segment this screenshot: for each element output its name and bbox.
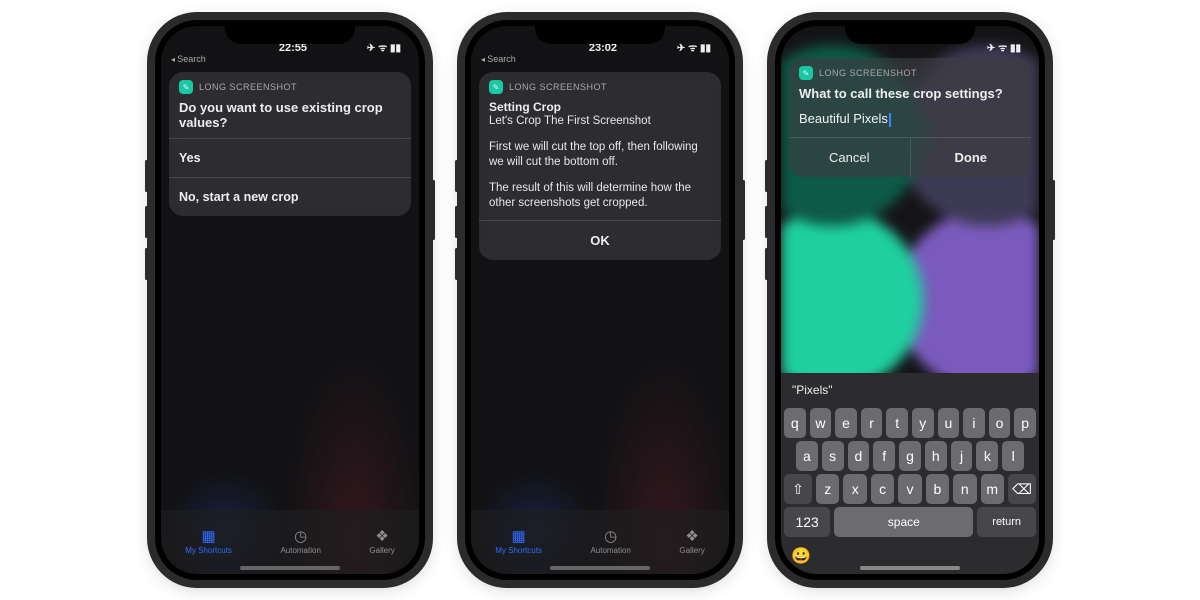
keyboard-suggestion[interactable]: "Pixels" xyxy=(784,377,1036,405)
key-w[interactable]: w xyxy=(810,408,832,438)
key-v[interactable]: v xyxy=(898,474,921,504)
key-o[interactable]: o xyxy=(989,408,1011,438)
status-icons: ✈ ᯤ ▮▮ xyxy=(677,40,711,54)
key-l[interactable]: l xyxy=(1002,441,1024,471)
key-i[interactable]: i xyxy=(963,408,985,438)
key-j[interactable]: j xyxy=(951,441,973,471)
key-n[interactable]: n xyxy=(953,474,976,504)
option-no[interactable]: No, start a new crop xyxy=(169,177,411,216)
tab-bar: ▦ My Shortcuts ◷ Automation ❖ Gallery xyxy=(471,510,729,574)
key-m[interactable]: m xyxy=(981,474,1004,504)
home-indicator[interactable] xyxy=(240,566,340,570)
breadcrumb-back[interactable]: Search xyxy=(161,54,419,68)
status-bar: 22:55 ✈ ᯤ ▮▮ xyxy=(161,26,419,54)
option-yes[interactable]: Yes xyxy=(169,138,411,177)
automation-icon: ◷ xyxy=(294,529,307,544)
key-d[interactable]: d xyxy=(848,441,870,471)
tab-my-shortcuts[interactable]: ▦ My Shortcuts xyxy=(495,529,542,555)
app-icon: ✎ xyxy=(179,80,193,94)
automation-icon: ◷ xyxy=(604,529,617,544)
key-f[interactable]: f xyxy=(873,441,895,471)
app-icon: ✎ xyxy=(799,66,813,80)
dialog-card: ✎ LONG SCREENSHOT What to call these cro… xyxy=(789,58,1031,177)
breadcrumb-back[interactable]: Search xyxy=(471,54,729,68)
key-123[interactable]: 123 xyxy=(784,507,830,537)
key-s[interactable]: s xyxy=(822,441,844,471)
cancel-button[interactable]: Cancel xyxy=(789,138,911,177)
key-q[interactable]: q xyxy=(784,408,806,438)
status-icons: ✈ ᯤ ▮▮ xyxy=(367,40,401,54)
three-phone-showcase: 22:55 ✈ ᯤ ▮▮ Search ✎ LONG SCREENSHOT Do… xyxy=(0,0,1200,600)
key-k[interactable]: k xyxy=(976,441,998,471)
dialog-body-1: First we will cut the top off, then foll… xyxy=(479,138,721,179)
tab-bar: ▦ My Shortcuts ◷ Automation ❖ Gallery xyxy=(161,510,419,574)
key-p[interactable]: p xyxy=(1014,408,1036,438)
key-e[interactable]: e xyxy=(835,408,857,438)
gallery-icon: ❖ xyxy=(375,529,388,544)
home-indicator[interactable] xyxy=(860,566,960,570)
ok-button[interactable]: OK xyxy=(479,220,721,260)
key-space[interactable]: space xyxy=(834,507,973,537)
phone-1: 22:55 ✈ ᯤ ▮▮ Search ✎ LONG SCREENSHOT Do… xyxy=(155,20,425,580)
home-indicator[interactable] xyxy=(550,566,650,570)
dialog-body-2: The result of this will determine how th… xyxy=(479,179,721,220)
key-g[interactable]: g xyxy=(899,441,921,471)
key-shift[interactable]: ⇧ xyxy=(784,474,812,504)
dialog-prompt: Do you want to use existing crop values? xyxy=(169,98,411,138)
grid-icon: ▦ xyxy=(512,529,526,544)
tab-gallery[interactable]: ❖ Gallery xyxy=(369,529,394,555)
status-icons: ✈ ᯤ ▮▮ xyxy=(987,40,1021,54)
key-c[interactable]: c xyxy=(871,474,894,504)
key-return[interactable]: return xyxy=(977,507,1036,537)
grid-icon: ▦ xyxy=(202,529,216,544)
app-icon: ✎ xyxy=(489,80,503,94)
dialog-subheading: Let's Crop The First Screenshot xyxy=(479,114,721,138)
text-cursor xyxy=(889,113,891,127)
gallery-icon: ❖ xyxy=(685,529,698,544)
app-name: LONG SCREENSHOT xyxy=(819,68,917,78)
key-h[interactable]: h xyxy=(925,441,947,471)
key-b[interactable]: b xyxy=(926,474,949,504)
app-name: LONG SCREENSHOT xyxy=(509,82,607,92)
text-input[interactable]: Beautiful Pixels xyxy=(789,109,1031,137)
phone-2: 23:02 ✈ ᯤ ▮▮ Search ✎ LONG SCREENSHOT Se… xyxy=(465,20,735,580)
tab-automation[interactable]: ◷ Automation xyxy=(280,529,320,555)
keyboard: "Pixels" qwertyuiop asdfghjkl ⇧zxcvbnm⌫ … xyxy=(781,373,1039,574)
dialog-card: ✎ LONG SCREENSHOT Do you want to use exi… xyxy=(169,72,411,216)
key-backspace[interactable]: ⌫ xyxy=(1008,474,1036,504)
dialog-prompt: What to call these crop settings? xyxy=(789,84,1031,109)
app-name: LONG SCREENSHOT xyxy=(199,82,297,92)
tab-gallery[interactable]: ❖ Gallery xyxy=(679,529,704,555)
emoji-button[interactable]: 😀 xyxy=(791,546,811,566)
key-u[interactable]: u xyxy=(938,408,960,438)
dialog-heading: Setting Crop xyxy=(479,98,721,114)
status-bar: 23:02 ✈ ᯤ ▮▮ xyxy=(471,26,729,54)
key-r[interactable]: r xyxy=(861,408,883,438)
done-button[interactable]: Done xyxy=(911,138,1032,177)
tab-automation[interactable]: ◷ Automation xyxy=(590,529,630,555)
dialog-card: ✎ LONG SCREENSHOT Setting Crop Let's Cro… xyxy=(479,72,721,260)
key-x[interactable]: x xyxy=(843,474,866,504)
phone-3: ✈ ᯤ ▮▮ ✎ LONG SCREENSHOT What to call th… xyxy=(775,20,1045,580)
tab-my-shortcuts[interactable]: ▦ My Shortcuts xyxy=(185,529,232,555)
key-y[interactable]: y xyxy=(912,408,934,438)
key-z[interactable]: z xyxy=(816,474,839,504)
key-t[interactable]: t xyxy=(886,408,908,438)
status-bar: ✈ ᯤ ▮▮ xyxy=(781,26,1039,54)
key-a[interactable]: a xyxy=(796,441,818,471)
